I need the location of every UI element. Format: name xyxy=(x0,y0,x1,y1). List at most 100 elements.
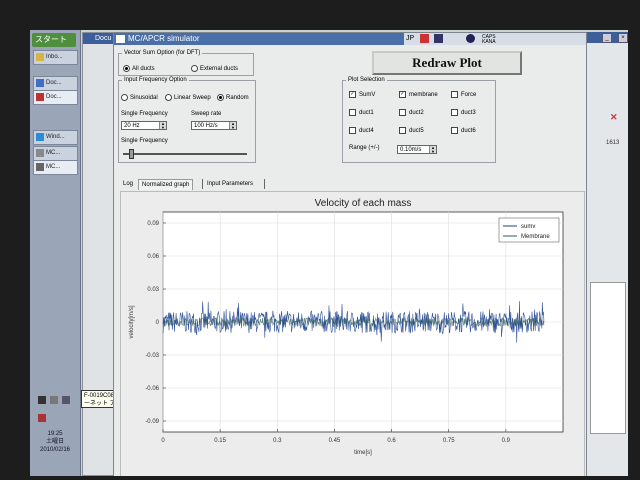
window-icon xyxy=(36,133,44,141)
radio-label: External ducts xyxy=(200,66,239,73)
kana-indicator: KANA xyxy=(482,39,496,45)
single-frequency-stepper[interactable]: 20 Hz ▲ ▼ xyxy=(121,121,167,130)
radio-external-ducts[interactable]: External ducts xyxy=(191,65,238,72)
radio-icon[interactable] xyxy=(123,65,130,72)
simulator-window[interactable]: MC/APCR simulator JP CAPS KANA Vector Su… xyxy=(113,32,587,476)
radio-linear-sweep[interactable]: Linear Sweep xyxy=(165,94,211,101)
checkbox-duct3[interactable]: duct3 xyxy=(451,109,476,116)
tab-separator xyxy=(264,179,265,189)
plot-selection-group: Plot Selection ✓ SumV ✓ membrane Force duct1 d… xyxy=(342,77,496,163)
document-icon xyxy=(36,93,44,101)
stepper-arrows-icon[interactable]: ▲ ▼ xyxy=(159,122,166,129)
frequency-slider-thumb[interactable] xyxy=(129,149,134,159)
y-tick-label: -0.09 xyxy=(145,419,159,425)
app-icon xyxy=(116,35,125,43)
security-icon[interactable] xyxy=(38,414,46,422)
checkbox-icon[interactable] xyxy=(399,109,406,116)
checkbox-duct4[interactable]: duct4 xyxy=(349,127,374,134)
plot-selection-legend: Plot Selection xyxy=(348,77,385,83)
radio-label: All ducts xyxy=(132,66,155,73)
checkbox-icon[interactable] xyxy=(349,109,356,116)
help-icon[interactable] xyxy=(466,34,475,43)
taskbar-item-windows[interactable]: Wind... xyxy=(33,130,78,145)
window-title: MC/APCR simulator xyxy=(128,34,200,43)
checkbox-label: duct4 xyxy=(359,128,374,135)
radio-label: Sinusoidal xyxy=(130,95,158,102)
radio-icon[interactable] xyxy=(191,65,198,72)
system-tray xyxy=(36,392,76,422)
ime-icon[interactable] xyxy=(420,34,429,43)
radio-icon[interactable] xyxy=(165,94,172,101)
checkbox-membrane[interactable]: ✓ membrane xyxy=(399,91,438,98)
checkbox-duct5[interactable]: duct5 xyxy=(399,127,424,134)
checked-icon[interactable]: ✓ xyxy=(399,91,406,98)
checkbox-label: duct2 xyxy=(409,110,424,117)
radio-sinusoidal[interactable]: Sinusoidal xyxy=(121,94,158,101)
checkbox-label: duct3 xyxy=(461,110,476,117)
frequency-slider-track[interactable] xyxy=(123,153,247,155)
checkbox-label: duct1 xyxy=(359,110,374,117)
checkbox-icon[interactable] xyxy=(349,127,356,134)
x-tick-label: 0.45 xyxy=(329,438,341,444)
right-window-titlebar: _ × xyxy=(586,32,628,43)
taskbar-item-doc1[interactable]: Doc... xyxy=(33,76,78,91)
checkbox-sumv[interactable]: ✓ SumV xyxy=(349,91,375,98)
radio-icon[interactable] xyxy=(121,94,128,101)
tab-input-parameters[interactable]: Input Parameters xyxy=(204,179,256,189)
sweep-rate-stepper[interactable]: 100 Hz/s ▲ ▼ xyxy=(191,121,237,130)
taskbar-item-doc2[interactable]: Doc... xyxy=(33,90,78,105)
minimize-icon[interactable]: _ xyxy=(602,33,612,43)
checkbox-duct6[interactable]: duct6 xyxy=(451,127,476,134)
checkbox-force[interactable]: Force xyxy=(451,91,476,98)
stepper-arrows-icon[interactable]: ▲ ▼ xyxy=(229,122,236,129)
vector-sum-legend: Vector Sum Option (for DFT) xyxy=(124,50,201,56)
checked-icon[interactable]: ✓ xyxy=(349,91,356,98)
checkbox-label: SumV xyxy=(359,92,376,99)
x-tick-label: 0 xyxy=(161,438,165,444)
network-icon[interactable] xyxy=(38,396,46,404)
x-tick-label: 0.75 xyxy=(443,438,455,444)
x-tick-label: 0.3 xyxy=(273,438,282,444)
right-window-text: 1613 xyxy=(606,140,620,146)
velocity-chart: Velocity of each mass 0 0.15 0.3 0.45 0.6 0.75… xyxy=(129,198,564,456)
checkbox-icon[interactable] xyxy=(399,127,406,134)
radio-label: Random xyxy=(226,95,249,102)
checkbox-duct1[interactable]: duct1 xyxy=(349,109,374,116)
redraw-plot-button[interactable]: Redraw Plot xyxy=(372,51,522,75)
y-axis-label: velocity[m/s] xyxy=(129,305,135,338)
close-icon[interactable]: ✕ xyxy=(610,112,620,122)
y-tick-label: -0.06 xyxy=(145,386,159,392)
stepper-value: 100 Hz/s xyxy=(194,123,218,129)
taskbar-item-inbox[interactable]: Inbo... xyxy=(33,50,78,65)
start-button[interactable]: スタート xyxy=(32,33,76,47)
range-stepper[interactable]: 0.10m/s ▲ ▼ xyxy=(397,145,437,154)
right-background-window[interactable]: _ × ✕ 1613 xyxy=(585,32,628,476)
checkbox-duct2[interactable]: duct2 xyxy=(399,109,424,116)
checkbox-icon[interactable] xyxy=(451,127,458,134)
battery-icon[interactable] xyxy=(62,396,70,404)
taskbar-item-mc1[interactable]: MC... xyxy=(33,146,78,161)
volume-icon[interactable] xyxy=(50,396,58,404)
tab-normalized-graph[interactable]: Normalized graph xyxy=(138,179,194,190)
legend-label: Membrane xyxy=(521,234,550,240)
stepper-arrows-icon[interactable]: ▲ ▼ xyxy=(429,146,436,153)
radio-icon[interactable] xyxy=(217,94,224,101)
ime-bar: JP CAPS KANA xyxy=(404,33,586,45)
checkbox-icon[interactable] xyxy=(451,109,458,116)
plot-panel: Velocity of each mass 0 0.15 0.3 0.45 0.6 0.75… xyxy=(120,191,585,476)
document-icon xyxy=(36,79,44,87)
clock-time: 19:25 xyxy=(47,431,63,437)
x-tick-label: 0.15 xyxy=(214,438,226,444)
close-icon[interactable]: × xyxy=(618,33,628,43)
checkbox-icon[interactable] xyxy=(451,91,458,98)
tab-log[interactable]: Log xyxy=(120,179,136,189)
window-titlebar: MC/APCR simulator JP CAPS KANA xyxy=(114,33,586,45)
radio-all-ducts[interactable]: All ducts xyxy=(123,65,155,72)
ime-language[interactable]: JP xyxy=(406,33,414,45)
input-frequency-legend: Input Frequency Option xyxy=(124,77,187,83)
dictionary-icon[interactable] xyxy=(434,34,443,43)
clock[interactable]: 19:25 土曜日 2010/02/16 xyxy=(30,430,80,454)
radio-random[interactable]: Random xyxy=(217,94,249,101)
taskbar-item-mc2[interactable]: MC... xyxy=(33,160,78,175)
legend-label: sumv xyxy=(521,224,535,230)
